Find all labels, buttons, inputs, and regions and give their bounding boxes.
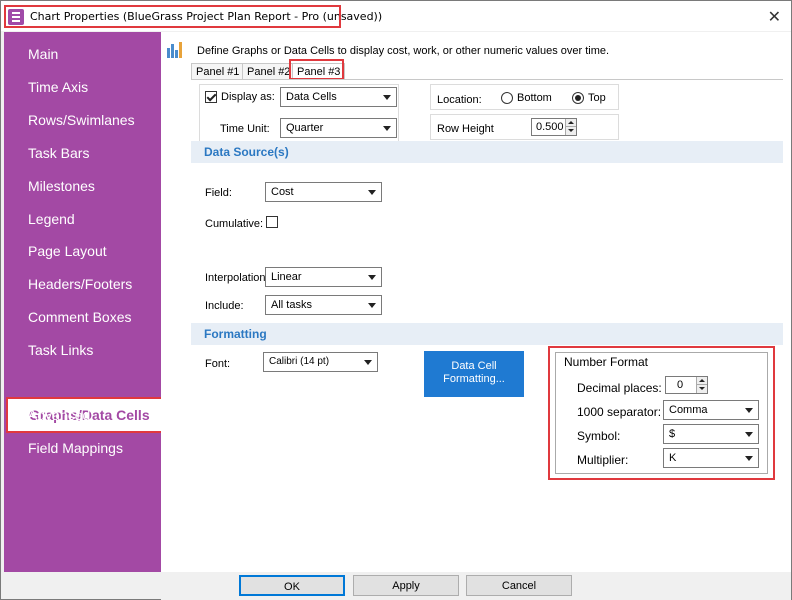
sidebar-item-task-links[interactable]: Task Links — [28, 342, 93, 358]
sidebar-item-advanced[interactable]: Advanced — [28, 407, 90, 423]
font-label: Font: — [205, 358, 231, 370]
location-label: Location: — [437, 94, 482, 106]
data-source-heading: Data Source(s) — [204, 145, 289, 159]
display-as-checkbox[interactable] — [205, 91, 217, 103]
symbol-value: $ — [669, 428, 676, 440]
location-bottom-label: Bottom — [517, 92, 552, 104]
button-bar: OK Apply Cancel — [161, 572, 791, 600]
close-icon[interactable]: ✕ — [768, 7, 781, 27]
sidebar-item-milestones[interactable]: Milestones — [28, 178, 95, 194]
spin-down-icon[interactable] — [696, 385, 707, 393]
multiplier-label: Multiplier: — [577, 453, 629, 467]
sidebar-item-legend[interactable]: Legend — [28, 211, 75, 227]
ok-button[interactable]: OK — [239, 575, 345, 596]
title-bar: Chart Properties (BlueGrass Project Plan… — [1, 1, 791, 31]
apply-button[interactable]: Apply — [353, 575, 459, 596]
font-select[interactable]: Calibri (14 pt) — [263, 352, 378, 372]
number-format-title: Number Format — [564, 355, 649, 369]
data-cell-formatting-button[interactable]: Data Cell Formatting... — [424, 351, 524, 397]
chevron-down-icon — [368, 190, 376, 195]
display-as-value: Data Cells — [286, 91, 337, 103]
sidebar-item-comment-boxes[interactable]: Comment Boxes — [28, 309, 131, 325]
spin-down-icon[interactable] — [565, 127, 576, 135]
decimal-places-label: Decimal places: — [577, 381, 662, 395]
field-select[interactable]: Cost — [265, 182, 382, 202]
time-unit-value: Quarter — [286, 122, 324, 134]
location-bottom-radio[interactable] — [501, 92, 513, 104]
sidebar-item-main[interactable]: Main — [28, 46, 58, 62]
decimal-places-stepper[interactable]: 0 — [665, 376, 708, 394]
cumulative-label: Cumulative: — [205, 218, 264, 230]
symbol-select[interactable]: $ — [663, 424, 759, 444]
chevron-down-icon — [368, 303, 376, 308]
row-height-stepper[interactable]: 0.500 — [531, 118, 577, 136]
field-value: Cost — [271, 186, 294, 198]
graph-icon — [167, 42, 185, 58]
sidebar-item-field-mappings[interactable]: Field Mappings — [28, 440, 123, 456]
title-highlight-box — [4, 5, 341, 28]
include-value: All tasks — [271, 299, 312, 311]
panel-description: Define Graphs or Data Cells to display c… — [197, 45, 610, 57]
interpolation-label: Interpolation: — [205, 272, 269, 284]
row-height-value: 0.500 — [536, 121, 564, 133]
sidebar-item-rows-swimlanes[interactable]: Rows/Swimlanes — [28, 112, 135, 128]
sidebar-item-page-layout[interactable]: Page Layout — [28, 243, 107, 259]
button-label-line2: Formatting... — [443, 373, 505, 385]
tab-panel-1[interactable]: Panel #1 — [191, 63, 245, 80]
content-panel: Define Graphs or Data Cells to display c… — [161, 32, 791, 572]
display-as-label: Display as: — [221, 91, 275, 103]
separator-select[interactable]: Comma — [663, 400, 759, 420]
data-source-section-header: Data Source(s) — [191, 141, 783, 163]
sidebar: Main Time Axis Rows/Swimlanes Task Bars … — [4, 32, 171, 572]
decimal-places-value: 0 — [677, 379, 684, 391]
location-top-label: Top — [588, 92, 606, 104]
time-unit-label: Time Unit: — [220, 123, 270, 135]
chevron-down-icon — [745, 456, 753, 461]
chevron-down-icon — [383, 126, 391, 131]
interpolation-value: Linear — [271, 271, 302, 283]
display-as-select[interactable]: Data Cells — [280, 87, 397, 107]
row-height-label: Row Height — [437, 123, 494, 135]
chevron-down-icon — [745, 432, 753, 437]
spin-up-icon[interactable] — [565, 119, 576, 127]
button-label-line1: Data Cell — [451, 360, 497, 372]
cumulative-checkbox[interactable] — [266, 216, 278, 228]
field-label: Field: — [205, 187, 232, 199]
sidebar-item-task-bars[interactable]: Task Bars — [28, 145, 89, 161]
spin-up-icon[interactable] — [696, 377, 707, 385]
tab-panel-2[interactable]: Panel #2 — [242, 63, 296, 80]
chevron-down-icon — [368, 275, 376, 280]
chart-properties-dialog: Chart Properties (BlueGrass Project Plan… — [0, 0, 792, 600]
include-label: Include: — [205, 300, 244, 312]
sidebar-item-headers-footers[interactable]: Headers/Footers — [28, 276, 132, 292]
chevron-down-icon — [364, 360, 372, 365]
multiplier-value: K — [669, 452, 677, 464]
separator-label: 1000 separator: — [577, 405, 662, 419]
formatting-heading: Formatting — [204, 327, 267, 341]
tab-divider — [191, 79, 783, 80]
font-value: Calibri (14 pt) — [269, 356, 330, 367]
sidebar-item-time-axis[interactable]: Time Axis — [28, 79, 88, 95]
location-top-radio[interactable] — [572, 92, 584, 104]
tab-highlight-box — [289, 59, 344, 80]
chevron-down-icon — [383, 95, 391, 100]
formatting-section-header: Formatting — [191, 323, 783, 345]
separator-value: Comma — [669, 404, 708, 416]
interpolation-select[interactable]: Linear — [265, 267, 382, 287]
cancel-button[interactable]: Cancel — [466, 575, 572, 596]
chevron-down-icon — [745, 408, 753, 413]
multiplier-select[interactable]: K — [663, 448, 759, 468]
include-select[interactable]: All tasks — [265, 295, 382, 315]
symbol-label: Symbol: — [577, 429, 621, 443]
time-unit-select[interactable]: Quarter — [280, 118, 397, 138]
